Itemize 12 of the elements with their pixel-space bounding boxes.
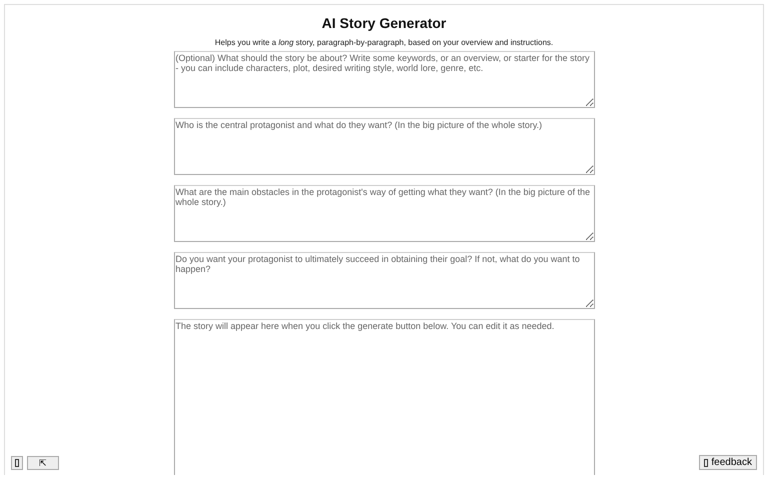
text-area[interactable]: What are the main obstacles in the protagonist's way of getting what they want? (In the big picture of the whole story.) [174, 185, 594, 242]
text-area[interactable]: (Optional) What should the story be about? Write some keywords, or an overview, or starter for the story - you can include characters, plot, desired writing style, world lore, genre, etc. [174, 51, 594, 108]
page-title: AI Story Generator [322, 15, 446, 31]
icon-button[interactable] [11, 456, 23, 470]
text-area[interactable]: Who is the central protagonist and what do they want? (In the big picture of the whole story.) [174, 118, 594, 175]
expand-button[interactable]: ⇱ [27, 456, 59, 470]
story-output-area[interactable]: The story will appear here when you click the generate button below. You can edit it as needed. [174, 319, 594, 475]
box-icon [704, 458, 708, 466]
feedback-button[interactable]: feedback [699, 455, 757, 470]
text-area[interactable]: Do you want your protagonist to ultimately succeed in obtaining their goal? If not, what do you want to happen? [174, 252, 594, 309]
page-subtitle: Helps you write a long story, paragraph-by-paragraph, based on your overview and instructions. [214, 38, 554, 47]
box-icon [15, 459, 19, 467]
